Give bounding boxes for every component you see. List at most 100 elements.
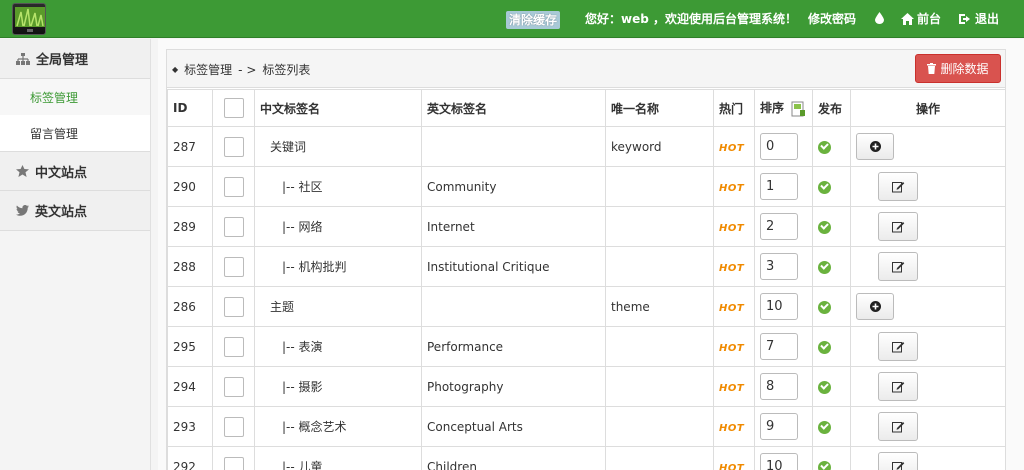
cell-hot[interactable]: HOT xyxy=(713,406,755,447)
edit-button[interactable] xyxy=(878,412,918,441)
sort-input[interactable]: 0 xyxy=(760,133,798,160)
row-checkbox[interactable] xyxy=(223,296,244,317)
sort-input[interactable]: 2 xyxy=(760,213,798,240)
cell-sort: 8 xyxy=(754,366,813,407)
change-password-link[interactable]: 修改密码 xyxy=(808,12,856,26)
cell-hot[interactable]: HOT xyxy=(713,286,755,327)
cell-hot[interactable]: HOT xyxy=(713,206,755,247)
logout-link[interactable]: 退出 xyxy=(959,12,999,26)
sort-input[interactable]: 8 xyxy=(760,373,798,400)
add-child-button[interactable] xyxy=(856,293,894,320)
column-header-unique-name: 唯一名称 xyxy=(605,89,714,127)
sort-input[interactable]: 7 xyxy=(760,333,798,360)
cell-unique-name xyxy=(605,166,714,207)
cell-hot[interactable]: HOT xyxy=(713,326,755,367)
cell-sort: 9 xyxy=(754,406,813,447)
published-check-icon xyxy=(818,420,831,434)
edit-button[interactable] xyxy=(878,332,918,361)
sort-input[interactable]: 10 xyxy=(760,293,798,320)
cell-select xyxy=(212,286,255,327)
hot-badge: HOT xyxy=(719,462,745,470)
cell-publish[interactable] xyxy=(812,366,851,407)
row-checkbox[interactable] xyxy=(223,456,244,470)
cell-hot[interactable]: HOT xyxy=(713,446,755,470)
select-all-checkbox[interactable] xyxy=(223,98,244,118)
cell-sort: 10 xyxy=(754,286,813,327)
row-checkbox[interactable] xyxy=(223,176,244,197)
column-header-en-name: 英文标签名 xyxy=(421,89,606,127)
sort-input[interactable]: 9 xyxy=(760,413,798,440)
breadcrumb-current: 标签列表 xyxy=(262,63,311,77)
cell-publish[interactable] xyxy=(812,406,851,447)
table-row: 292 |-- 儿童 Children HOT 10 xyxy=(167,446,1006,470)
row-checkbox[interactable] xyxy=(223,136,244,157)
row-checkbox[interactable] xyxy=(223,216,244,237)
cell-publish[interactable] xyxy=(812,206,851,247)
edit-button[interactable] xyxy=(878,252,918,281)
sitemap-icon xyxy=(16,52,30,65)
cell-actions xyxy=(850,446,1006,470)
frontend-label: 前台 xyxy=(917,12,942,26)
breadcrumb-separator: - > xyxy=(238,62,257,77)
sidebar-item-label: 留言管理 xyxy=(30,126,79,141)
cell-cn-name: |-- 儿童 xyxy=(254,446,422,470)
edit-button[interactable] xyxy=(878,372,918,401)
sidebar-group-chinese-site[interactable]: 中文站点 xyxy=(0,151,150,191)
sort-input[interactable]: 1 xyxy=(760,173,798,200)
sidebar-item-tags[interactable]: 标签管理 xyxy=(0,79,150,115)
cell-hot[interactable]: HOT xyxy=(713,166,755,207)
cell-select xyxy=(212,246,255,287)
cell-publish[interactable] xyxy=(812,246,851,287)
cell-unique-name xyxy=(605,446,714,470)
sort-input[interactable]: 3 xyxy=(760,253,798,280)
published-check-icon xyxy=(818,140,831,154)
cell-en-name: Community xyxy=(421,166,606,207)
cell-publish[interactable] xyxy=(812,286,851,327)
sidebar-group-english-site[interactable]: 英文站点 xyxy=(0,191,150,231)
cell-sort: 2 xyxy=(754,206,813,247)
frontend-link[interactable]: 前台 xyxy=(901,12,941,26)
edit-button[interactable] xyxy=(878,172,918,201)
add-child-button[interactable] xyxy=(856,133,894,160)
clear-cache-button[interactable]: 清除缓存 xyxy=(506,11,561,29)
delete-data-button[interactable]: 删除数据 xyxy=(915,54,1001,83)
hot-badge: HOT xyxy=(719,342,745,354)
row-checkbox[interactable] xyxy=(223,256,244,277)
cell-publish[interactable] xyxy=(812,446,851,470)
cell-cn-name: |-- 社区 xyxy=(254,166,422,207)
cell-id: 295 xyxy=(167,326,213,367)
logo[interactable] xyxy=(12,3,46,35)
cell-en-name: Internet xyxy=(421,206,606,247)
delete-data-label: 删除数据 xyxy=(940,62,989,76)
cell-publish[interactable] xyxy=(812,126,851,167)
row-checkbox[interactable] xyxy=(223,336,244,357)
edit-icon xyxy=(891,221,904,232)
cell-select xyxy=(212,326,255,367)
cell-select xyxy=(212,366,255,407)
save-sort-icon[interactable] xyxy=(791,101,806,117)
cell-cn-name: |-- 概念艺术 xyxy=(254,406,422,447)
edit-button[interactable] xyxy=(878,212,918,241)
cell-unique-name xyxy=(605,246,714,287)
row-checkbox[interactable] xyxy=(223,376,244,397)
cell-cn-name: 关键词 xyxy=(254,126,422,167)
twitter-icon xyxy=(16,205,29,216)
hot-badge: HOT xyxy=(719,182,745,194)
cell-hot[interactable]: HOT xyxy=(713,126,755,167)
sidebar-item-messages[interactable]: 留言管理 xyxy=(0,115,150,151)
cell-hot[interactable]: HOT xyxy=(713,246,755,287)
theme-toggle[interactable] xyxy=(875,12,884,24)
cell-hot[interactable]: HOT xyxy=(713,366,755,407)
breadcrumb-root[interactable]: 标签管理 xyxy=(184,61,232,78)
cell-cn-name: |-- 摄影 xyxy=(254,366,422,407)
sign-out-icon xyxy=(959,14,970,24)
cell-actions xyxy=(850,406,1006,447)
row-checkbox[interactable] xyxy=(223,416,244,437)
cell-publish[interactable] xyxy=(812,326,851,367)
sort-input[interactable]: 10 xyxy=(760,453,798,470)
diamond-icon: ◆ xyxy=(172,65,179,74)
sidebar-group-global[interactable]: 全局管理 xyxy=(0,39,150,79)
cell-publish[interactable] xyxy=(812,166,851,207)
column-header-sort[interactable]: 排序 xyxy=(754,89,813,127)
edit-button[interactable] xyxy=(878,452,918,470)
